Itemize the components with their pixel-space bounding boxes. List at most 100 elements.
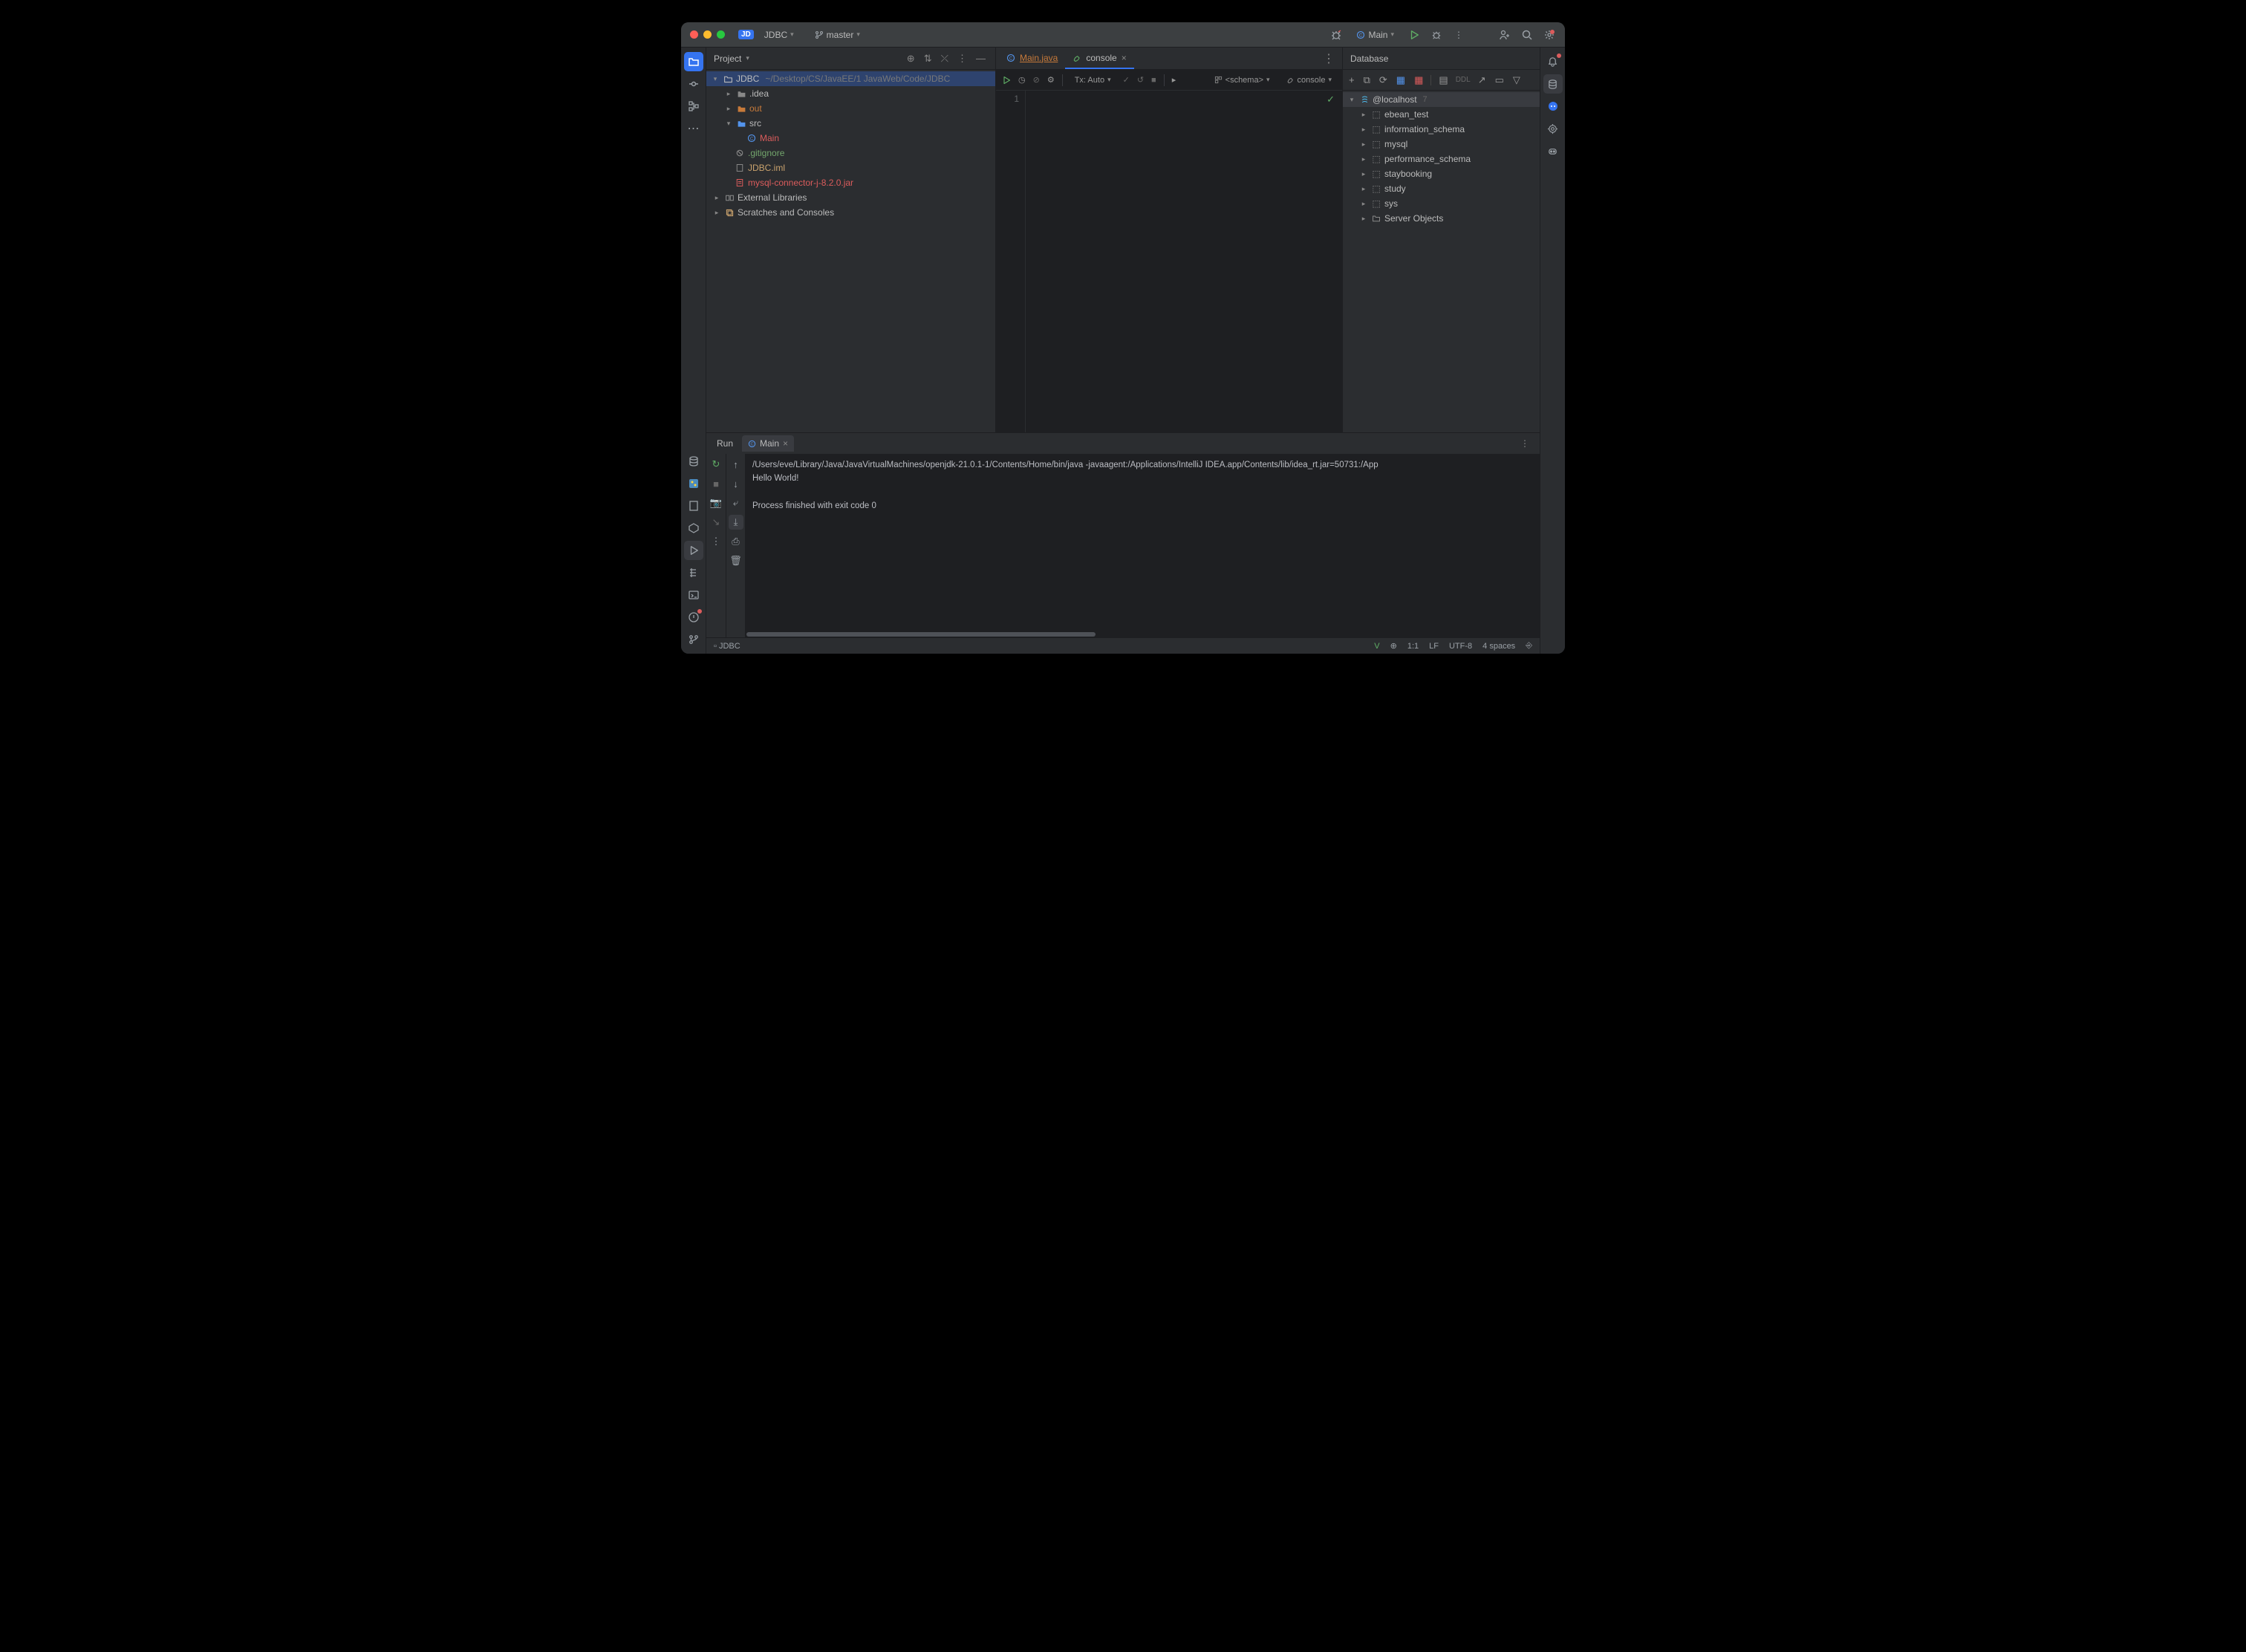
- tree-item-jar[interactable]: mysql-connector-j-8.2.0.jar: [706, 175, 995, 190]
- rollback-icon[interactable]: ↺: [1137, 75, 1144, 85]
- tx-mode-dropdown[interactable]: Tx: Auto ▾: [1070, 74, 1116, 86]
- clear-icon[interactable]: 🗑: [729, 553, 743, 568]
- db-schema[interactable]: ▸⬚staybooking: [1343, 166, 1540, 181]
- tab-more-icon[interactable]: ⋮: [1315, 48, 1342, 69]
- ai-chat-icon[interactable]: [1543, 97, 1563, 116]
- up-icon[interactable]: ↑: [729, 457, 743, 472]
- status-line-col[interactable]: 1:1: [1407, 642, 1419, 651]
- refresh-icon[interactable]: ⟳: [1378, 74, 1389, 86]
- collapse-all-icon[interactable]: ⤫: [939, 53, 951, 65]
- filter-icon[interactable]: ▽: [1511, 74, 1522, 86]
- close-run-tab-icon[interactable]: ×: [783, 438, 788, 449]
- close-tab-icon[interactable]: ×: [1122, 53, 1127, 63]
- run-button[interactable]: [1407, 28, 1421, 42]
- commit-icon[interactable]: ✓: [1123, 75, 1130, 85]
- db-root[interactable]: ▾ @localhost 7: [1343, 92, 1540, 107]
- exit-icon[interactable]: ↘: [709, 515, 723, 530]
- copilot-icon[interactable]: ⊕: [1390, 641, 1397, 651]
- console-session-dropdown[interactable]: console ▾: [1282, 74, 1336, 86]
- tree-item-out[interactable]: ▸ out: [706, 101, 995, 116]
- project-dropdown[interactable]: JDBC ▾: [760, 28, 798, 42]
- settings-small-icon[interactable]: ⚙: [1047, 75, 1055, 85]
- git-branch-dropdown[interactable]: master ▾: [810, 28, 865, 42]
- notifications-icon[interactable]: [1543, 52, 1563, 71]
- tree-item-src[interactable]: ▾ src: [706, 116, 995, 131]
- build-tool-icon[interactable]: [684, 563, 703, 582]
- db-schema[interactable]: ▸⬚study: [1343, 181, 1540, 196]
- tree-item-iml[interactable]: JDBC.iml: [706, 160, 995, 175]
- more-actions-icon[interactable]: ⋮: [1452, 28, 1465, 42]
- tree-item-main[interactable]: C Main: [706, 131, 995, 146]
- select-opened-file-icon[interactable]: ⊕: [905, 53, 917, 65]
- chevron-down-icon[interactable]: ▾: [746, 54, 749, 62]
- more-tool-button[interactable]: ⋯: [684, 119, 703, 138]
- status-line-sep[interactable]: LF: [1429, 642, 1439, 651]
- ai-assistant-icon[interactable]: [1543, 119, 1563, 138]
- db-schema[interactable]: ▸⬚sys: [1343, 196, 1540, 211]
- git-tool-icon[interactable]: [684, 630, 703, 649]
- next-icon[interactable]: ▸: [1172, 75, 1176, 85]
- dump-threads-icon[interactable]: 📷: [709, 495, 723, 510]
- tab-console[interactable]: console ×: [1065, 48, 1133, 69]
- debug-bug-icon[interactable]: [1329, 28, 1343, 42]
- tree-item-scratches[interactable]: ▸ Scratches and Consoles: [706, 205, 995, 220]
- tab-main-java[interactable]: C Main.java: [999, 48, 1065, 69]
- database-tables-icon[interactable]: [684, 452, 703, 471]
- db-schema[interactable]: ▸⬚mysql: [1343, 137, 1540, 152]
- services-tool-icon[interactable]: [684, 518, 703, 538]
- copilot-tool-icon[interactable]: [1543, 141, 1563, 160]
- db-server-objects[interactable]: ▸Server Objects: [1343, 211, 1540, 226]
- jump-to-console-icon[interactable]: ▦: [1395, 74, 1407, 86]
- console-output[interactable]: /Users/eve/Library/Java/JavaVirtualMachi…: [745, 454, 1540, 631]
- tree-item-idea[interactable]: ▸ .idea: [706, 86, 995, 101]
- problems-tool-icon[interactable]: [684, 608, 703, 627]
- db-schema[interactable]: ▸⬚performance_schema: [1343, 152, 1540, 166]
- hide-panel-icon[interactable]: —: [974, 53, 988, 64]
- run-tool-button[interactable]: [684, 541, 703, 560]
- status-indent[interactable]: 4 spaces: [1482, 642, 1515, 651]
- vim-icon[interactable]: V: [1374, 642, 1379, 651]
- terminal-tool-icon[interactable]: [684, 585, 703, 605]
- soft-wrap-icon[interactable]: ⤶: [729, 495, 743, 510]
- run-config-dropdown[interactable]: C Main ▾: [1352, 28, 1399, 42]
- close-window-button[interactable]: [690, 30, 698, 39]
- bookmarks-tool-icon[interactable]: [684, 496, 703, 516]
- tree-item-ext-libs[interactable]: ▸ External Libraries: [706, 190, 995, 205]
- execute-icon[interactable]: [1002, 76, 1011, 85]
- history-icon[interactable]: ◷: [1018, 75, 1026, 85]
- tree-item-gitignore[interactable]: .gitignore: [706, 146, 995, 160]
- code-area[interactable]: ✓: [1026, 91, 1342, 432]
- structure-tool-button[interactable]: [684, 97, 703, 116]
- status-encoding[interactable]: UTF-8: [1449, 642, 1472, 651]
- explain-icon[interactable]: ⊘: [1033, 75, 1040, 85]
- commit-tool-button[interactable]: [684, 74, 703, 94]
- print-icon[interactable]: ⎙: [729, 534, 743, 549]
- db-schema[interactable]: ▸⬚ebean_test: [1343, 107, 1540, 122]
- readonly-lock-icon[interactable]: ⎆: [1526, 641, 1532, 651]
- duplicate-icon[interactable]: ⧉: [1362, 74, 1372, 86]
- schema-dropdown[interactable]: <schema> ▾: [1210, 74, 1275, 86]
- stop-icon[interactable]: ■: [1151, 76, 1156, 85]
- export-icon[interactable]: ▭: [1494, 74, 1506, 86]
- run-tab-title[interactable]: Run: [711, 435, 739, 452]
- run-options-icon[interactable]: ⋮: [1514, 438, 1535, 449]
- code-with-me-icon[interactable]: [1498, 28, 1511, 42]
- more-run-icon[interactable]: ⋮: [709, 534, 723, 549]
- data-source-props-icon[interactable]: ▤: [1437, 74, 1449, 86]
- minimize-window-button[interactable]: [703, 30, 712, 39]
- diagram-icon[interactable]: ↗: [1477, 74, 1488, 86]
- python-console-icon[interactable]: [684, 474, 703, 493]
- down-icon[interactable]: ↓: [729, 476, 743, 491]
- rerun-icon[interactable]: ↻: [709, 457, 723, 472]
- project-tool-button[interactable]: [684, 52, 703, 71]
- inspection-ok-icon[interactable]: ✓: [1327, 94, 1335, 105]
- editor-body[interactable]: 1 ✓: [996, 91, 1342, 432]
- scroll-to-end-icon[interactable]: ⤓: [729, 515, 743, 530]
- database-tool-button[interactable]: [1543, 74, 1563, 94]
- tree-root[interactable]: ▾ JDBC ~/Desktop/CS/JavaEE/1 JavaWeb/Cod…: [706, 71, 995, 86]
- debug-button[interactable]: [1430, 28, 1443, 42]
- settings-gear-icon[interactable]: [1543, 28, 1556, 42]
- panel-options-icon[interactable]: ⋮: [955, 53, 969, 65]
- stop-icon[interactable]: ▦: [1413, 74, 1425, 86]
- run-config-tab[interactable]: C Main ×: [742, 435, 794, 452]
